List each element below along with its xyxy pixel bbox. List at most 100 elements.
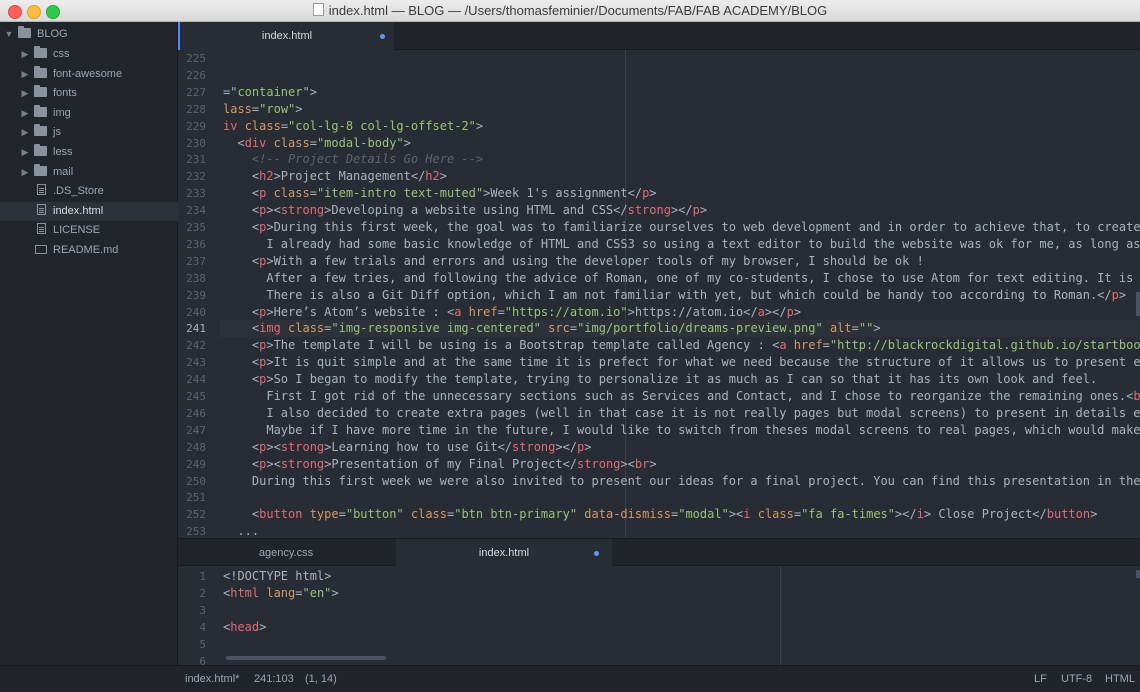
- status-grammar[interactable]: HTML: [1105, 666, 1135, 692]
- code-token: > Close Project</: [923, 507, 1047, 522]
- line-number: 4: [199, 621, 206, 634]
- tree-item[interactable]: README.md: [0, 241, 178, 260]
- line-number: 233: [186, 187, 206, 201]
- status-line-ending[interactable]: LF: [1034, 666, 1047, 692]
- code-line[interactable]: <p>It is quit simple and at the same tim…: [223, 354, 1140, 371]
- code-token: ></: [670, 203, 693, 218]
- tab-index-html-top[interactable]: index.html: [178, 22, 394, 50]
- line-number: 227: [186, 85, 206, 99]
- code-token: >: [439, 169, 447, 184]
- top-editor-pane[interactable]: 225 226 227 ="container"> 228 lass="row"> 229 i…: [178, 50, 1140, 538]
- code-line[interactable]: <p>Here’s Atom’s website : <a href="http…: [223, 304, 801, 321]
- code-token: class: [288, 321, 325, 336]
- code-token: First I got rid of the unnecessary secti…: [223, 389, 1134, 403]
- chevron-right-icon: ▶: [21, 166, 29, 177]
- code-line[interactable]: lass="row">: [223, 101, 303, 118]
- code-token: h2: [259, 169, 274, 184]
- code-token: p: [259, 186, 274, 201]
- code-line[interactable]: There is also a Git Diff option, which I…: [223, 287, 1126, 304]
- code-line[interactable]: <img class = "img-responsive img-centered"…: [223, 320, 881, 337]
- code-token: ></: [764, 304, 787, 319]
- bottom-editor-pane[interactable]: 1 <!DOCTYPE html> 2 <html lang="en"> 3 4 <head…: [178, 566, 1140, 665]
- code-token: <: [223, 439, 260, 454]
- code-line[interactable]: <html lang="en">: [223, 585, 339, 602]
- code-token: href: [468, 304, 498, 319]
- code-line[interactable]: <h2>Project Management</h2>: [223, 168, 447, 185]
- code-token: >: [1090, 507, 1098, 522]
- chevron-right-icon: ▶: [21, 49, 29, 59]
- code-line[interactable]: <p>So I began to modify the template, tr…: [223, 371, 1097, 388]
- code-token: >During this first week, the goal was to…: [266, 220, 1140, 234]
- code-line[interactable]: ...: [223, 523, 259, 538]
- tree-item[interactable]: ▶ less: [0, 143, 178, 162]
- code-line[interactable]: First I got rid of the unnecessary secti…: [223, 388, 1140, 405]
- scrollbar-thumb[interactable]: [1136, 570, 1140, 578]
- line-number: 253: [186, 525, 206, 538]
- tab-index-html-bottom[interactable]: index.html: [396, 539, 612, 567]
- code-token: =: [793, 507, 802, 522]
- tree-view: ▼ BLOG ▶ css ▶ font-awesome ▶ fonts ▶ img ▶ js ▶ les…: [0, 22, 178, 670]
- code-token: button: [259, 507, 310, 522]
- code-line[interactable]: <!DOCTYPE html>: [223, 568, 331, 585]
- status-encoding[interactable]: UTF-8: [1061, 666, 1092, 692]
- code-token: lang: [266, 586, 296, 600]
- code-token: ><: [266, 203, 281, 218]
- tree-root-blog[interactable]: ▼ BLOG: [0, 25, 178, 44]
- code-token: There is also a Git Diff option, which I…: [223, 287, 1112, 302]
- code-token: class: [244, 118, 281, 133]
- tree-item-label: js: [53, 126, 61, 139]
- tree-item[interactable]: ▶ css: [0, 45, 178, 64]
- code-line[interactable]: <p><strong>Learning how to use Git</stro…: [223, 439, 592, 456]
- tree-item-label: .DS_Store: [53, 185, 104, 198]
- code-token: >: [873, 321, 881, 336]
- tree-item[interactable]: ▶ fonts: [0, 84, 178, 103]
- code-line[interactable]: <p class="item-intro text-muted">Week 1'…: [223, 185, 657, 202]
- code-token: i: [916, 507, 924, 522]
- folder-icon: [34, 124, 47, 137]
- code-line[interactable]: <head>: [223, 619, 266, 636]
- status-selection-count[interactable]: (1, 14): [305, 666, 337, 692]
- code-line[interactable]: After a few tries, and following the adv…: [223, 270, 1140, 287]
- code-line[interactable]: <p>During this first week, the goal was …: [223, 219, 1140, 236]
- window-title-wrap: index.html — BLOG — /Users/thomasfeminie…: [0, 3, 1140, 18]
- code-line[interactable]: I already had some basic knowledge of HT…: [223, 236, 1140, 253]
- line-number: 2: [199, 587, 206, 600]
- code-line[interactable]: <div class="modal-body">: [223, 135, 410, 152]
- folder-icon: [34, 104, 47, 117]
- code-line[interactable]: <button type="button" class="btn btn-pri…: [223, 506, 1097, 523]
- status-cursor-position[interactable]: 241:103: [254, 666, 294, 692]
- code-line[interactable]: <p>With a few trials and errors and usin…: [223, 253, 924, 270]
- tree-item[interactable]: index.html: [0, 201, 178, 221]
- tree-item[interactable]: ▶ font-awesome: [0, 65, 178, 84]
- code-token: =: [497, 304, 505, 319]
- status-file-path[interactable]: index.html*: [185, 666, 239, 692]
- folder-icon: [34, 144, 47, 156]
- code-line[interactable]: <p><strong>Developing a website using HT…: [223, 202, 707, 219]
- code-token: <: [223, 186, 260, 201]
- code-line[interactable]: During this first week we were also invi…: [223, 473, 1140, 490]
- tab-agency-css[interactable]: agency.css: [178, 539, 394, 567]
- line-number: 6: [199, 655, 206, 665]
- code-line[interactable]: ="container">: [223, 84, 317, 101]
- code-line[interactable]: <p>The template I will be using is a Boo…: [223, 337, 1140, 354]
- code-line[interactable]: iv class="col-lg-8 col-lg-offset-2">: [223, 118, 483, 135]
- code-line[interactable]: Maybe if I have more time in the future,…: [223, 422, 1140, 439]
- code-token: >: [295, 101, 303, 116]
- file-icon: [37, 223, 46, 235]
- code-token: <: [223, 304, 260, 319]
- tree-item[interactable]: ▶ img: [0, 104, 178, 123]
- code-token: >Week 1's assignment</: [483, 186, 643, 201]
- tree-item[interactable]: ▶ js: [0, 123, 178, 142]
- wrap-guide: [780, 566, 781, 665]
- horizontal-scrollbar[interactable]: [226, 656, 386, 660]
- code-line[interactable]: I also decided to create extra pages (we…: [223, 405, 1140, 422]
- scrollbar-thumb[interactable]: [1136, 292, 1140, 316]
- tree-item-label: README.md: [53, 244, 119, 256]
- tree-item[interactable]: LICENSE: [0, 221, 178, 240]
- code-line[interactable]: <!-- Project Details Go Here -->: [223, 151, 483, 168]
- tree-item[interactable]: ▶ mail: [0, 163, 178, 182]
- tree-item[interactable]: .DS_Store: [0, 182, 178, 201]
- code-token: src: [548, 321, 570, 336]
- code-line[interactable]: <p><strong>Presentation of my Final Proj…: [223, 456, 657, 473]
- chevron-right-icon: ▶: [21, 68, 29, 79]
